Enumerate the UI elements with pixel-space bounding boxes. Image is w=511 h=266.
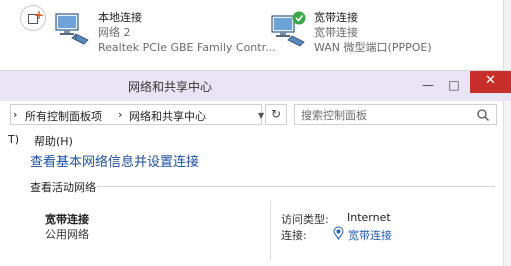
chevron-right-icon[interactable]: ›	[13, 108, 17, 121]
access-type-value: Internet	[347, 211, 391, 224]
network-connections-panel: + 本地连接 网络 2 Realtek PCIe GBE Family Cont…	[0, 0, 511, 70]
network-name: 宽带连接	[45, 213, 89, 226]
scrollbar-track[interactable]	[503, 0, 511, 70]
refresh-button[interactable]: ↻	[265, 104, 287, 125]
plus-icon: +	[34, 8, 45, 22]
check-icon	[292, 11, 306, 25]
access-type-label: 访问类型:	[281, 213, 329, 226]
adapter-status: 网络 2	[98, 26, 131, 39]
adapter-name: 宽带连接	[314, 11, 358, 24]
breadcrumb-network-sharing-center[interactable]: 网络和共享中心	[129, 108, 206, 124]
add-window-icon[interactable]: +	[20, 5, 46, 31]
search-icon[interactable]	[476, 108, 490, 122]
connections-label: 连接:	[281, 229, 307, 242]
page-title: 查看基本网络信息并设置连接	[30, 155, 200, 170]
menu-item-help[interactable]: 帮助(H)	[34, 133, 73, 149]
close-button[interactable]: ✕	[470, 71, 511, 93]
search-input[interactable]	[301, 107, 471, 123]
chevron-down-icon[interactable]: ▼	[258, 111, 264, 120]
menu-item-tools[interactable]: T)	[8, 133, 19, 146]
adapter-text: 宽带连接 宽带连接 WAN 微型端口(PPPOE)	[314, 10, 432, 55]
chevron-right-icon[interactable]: ›	[118, 108, 122, 121]
title-bar[interactable]: 网络和共享中心 — □ ✕	[0, 71, 511, 101]
network-adapter-icon	[271, 11, 306, 47]
adapter-text: 本地连接 网络 2 Realtek PCIe GBE Family Contr.…	[98, 10, 276, 55]
maximize-button[interactable]: □	[444, 77, 464, 93]
search-box[interactable]	[294, 104, 497, 125]
network-adapter-icon	[55, 13, 89, 45]
network-sharing-center-window: 网络和共享中心 — □ ✕ › 所有控制面板项 › 网络和共享中心 ▼ ↻ T)…	[0, 70, 511, 266]
adapter-device: Realtek PCIe GBE Family Contr...	[98, 41, 276, 54]
adapter-status: 宽带连接	[314, 26, 358, 39]
section-divider	[97, 186, 495, 187]
minimize-button[interactable]: —	[418, 77, 438, 93]
menu-bar: T) 帮助(H)	[0, 133, 511, 149]
address-bar: › 所有控制面板项 › 网络和共享中心 ▼ ↻	[0, 103, 511, 127]
adapter-device: WAN 微型端口(PPPOE)	[314, 41, 432, 54]
connection-link-label[interactable]: 宽带连接	[348, 227, 392, 243]
network-type-link[interactable]: 公用网络	[45, 226, 89, 242]
adapter-name: 本地连接	[98, 11, 142, 24]
address-field[interactable]: › 所有控制面板项 › 网络和共享中心 ▼	[10, 104, 264, 125]
vertical-divider	[270, 201, 271, 261]
signal-icon	[333, 226, 344, 240]
section-active-networks-label: 查看活动网络	[30, 181, 96, 194]
window-scrollbar[interactable]	[503, 101, 511, 266]
window-title: 网络和共享中心	[128, 80, 213, 94]
breadcrumb-all-control-panel-items[interactable]: 所有控制面板项	[25, 108, 102, 124]
